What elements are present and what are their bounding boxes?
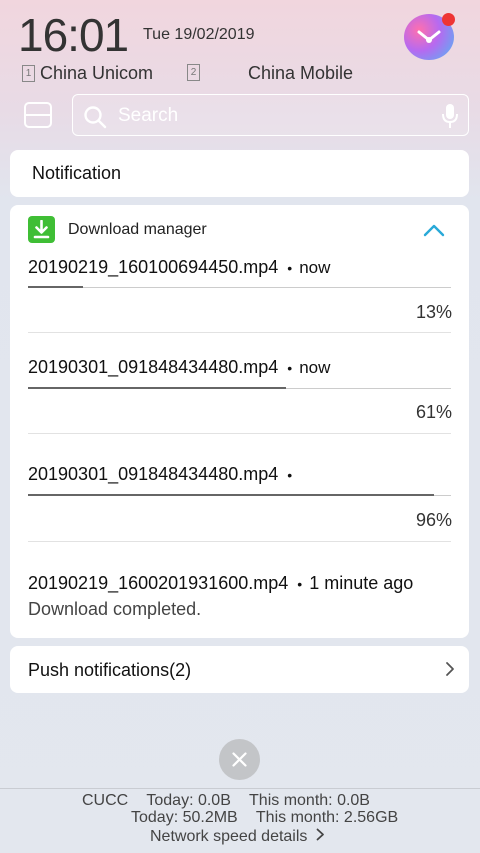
- progress-percent: 13%: [415, 302, 452, 322]
- download-time: now: [299, 358, 331, 377]
- notification-dot: [442, 13, 455, 26]
- download-time: 1 minute ago: [309, 573, 414, 593]
- clear-all-button[interactable]: [219, 739, 260, 780]
- microphone-icon[interactable]: [442, 103, 458, 129]
- progress-percent: 61%: [415, 402, 452, 422]
- carrier2-today: Today: 50.2MB: [131, 809, 238, 826]
- download-status: Download completed.: [28, 599, 202, 619]
- carrier1-month: This month: 0.0B: [249, 792, 370, 809]
- push-notifications-label: Push notifications(2): [28, 660, 192, 680]
- download-manager-card[interactable]: Download manager 20190219_160100694450.m…: [10, 205, 469, 638]
- search-icon: [84, 106, 107, 129]
- network-speed-details-label: Network speed details: [150, 828, 308, 845]
- push-notifications-row[interactable]: Push notifications(2): [10, 646, 469, 693]
- carrier-2: China Mobile: [248, 63, 353, 84]
- separator-dot: •: [297, 576, 303, 592]
- separator-dot: •: [287, 467, 293, 483]
- carrier1-short: CUCC: [82, 792, 129, 809]
- progress-track: [28, 286, 451, 288]
- download-filename: 20190219_1600201931600.mp4: [28, 573, 289, 593]
- network-speed-details-link[interactable]: Network speed details: [150, 828, 325, 846]
- separator-dot: •: [287, 360, 293, 376]
- notification-header-card: Notification: [10, 150, 469, 197]
- notification-title: Notification: [32, 163, 122, 183]
- chevron-right-icon: [446, 662, 454, 676]
- toolbar: Search: [0, 94, 480, 138]
- carrier1-label: China Unicom: [40, 63, 154, 83]
- download-filename: 20190301_091848434480.mp4: [28, 357, 279, 377]
- download-time: now: [299, 258, 331, 277]
- divider: [28, 332, 451, 333]
- download-icon: [28, 216, 55, 243]
- carrier2-month: This month: 2.56GB: [255, 809, 399, 826]
- search-placeholder: Search: [118, 105, 179, 126]
- card-menu-icon[interactable]: [24, 102, 52, 128]
- divider: [28, 433, 451, 434]
- progress-percent: 96%: [415, 510, 452, 530]
- progress-fill: [28, 286, 83, 288]
- download-filename: 20190301_091848434480.mp4: [28, 464, 279, 484]
- chevron-right-icon: [316, 828, 324, 841]
- data-usage-panel: CUCC Today: 0.0B This month: 0.0B Today:…: [0, 788, 480, 853]
- download-filename: 20190219_160100694450.mp4: [28, 257, 279, 277]
- chevron-up-icon[interactable]: [423, 223, 445, 237]
- progress-fill: [28, 387, 287, 389]
- carrier2-label: China Mobile: [248, 63, 354, 83]
- carrier-1: 1 China Unicom: [22, 63, 153, 84]
- progress-track: [28, 494, 451, 496]
- search-bar[interactable]: Search: [72, 94, 469, 136]
- date: Tue 19/02/2019: [143, 26, 255, 43]
- sim2-icon: 2: [187, 64, 200, 81]
- clock: 16:01: [18, 9, 129, 61]
- sim1-icon: 1: [22, 65, 35, 82]
- close-icon: [232, 752, 247, 767]
- progress-track: [28, 387, 451, 389]
- divider: [28, 541, 451, 542]
- assistant-orb-icon[interactable]: [404, 13, 455, 60]
- separator-dot: •: [287, 260, 293, 276]
- progress-fill: [28, 494, 435, 496]
- carrier1-today: Today: 0.0B: [146, 792, 231, 809]
- download-manager-title: Download manager: [68, 221, 207, 238]
